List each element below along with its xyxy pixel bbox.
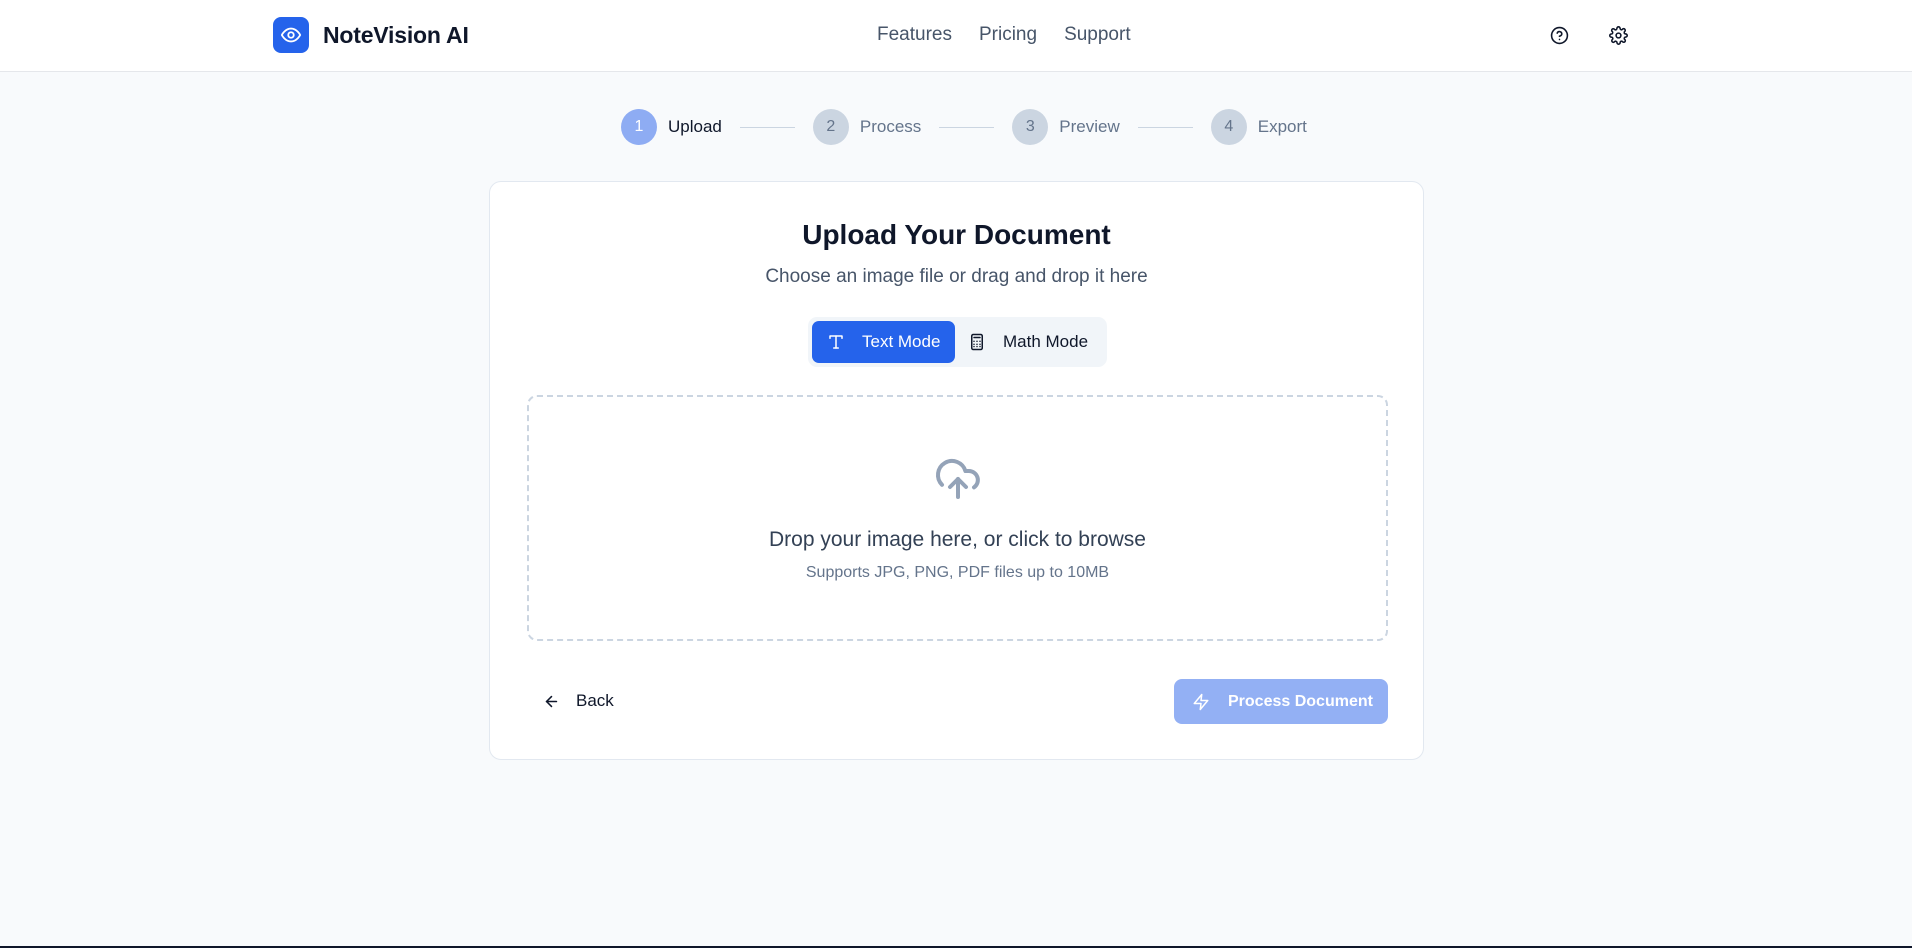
step-connector [1137, 126, 1193, 128]
page-subtitle: Choose an image file or drag and drop it… [765, 266, 1148, 287]
gear-icon[interactable] [1605, 22, 1631, 48]
dropzone-instruction: Drop your image here, or click to browse [769, 528, 1146, 551]
step-upload: 1 Upload [621, 109, 722, 145]
step-label: Process [859, 117, 922, 136]
mode-toggle: Text Mode Math Mode [808, 317, 1107, 367]
type-icon [826, 332, 846, 352]
calculator-icon [967, 332, 987, 352]
main-nav: Features Pricing Support [877, 24, 1131, 46]
text-mode-button[interactable]: Text Mode [812, 321, 955, 363]
nav-link-pricing[interactable]: Pricing [979, 24, 1037, 46]
zap-icon [1192, 693, 1210, 711]
step-number: 1 [621, 109, 657, 145]
eye-logo-icon [273, 17, 309, 53]
top-navigation-bar: NoteVision AI Features Pricing Support [0, 0, 1912, 72]
brand[interactable]: NoteVision AI [273, 17, 469, 53]
step-label: Export [1257, 117, 1307, 136]
nav-link-support[interactable]: Support [1064, 24, 1131, 46]
help-circle-icon[interactable] [1546, 22, 1572, 48]
process-label: Process Document [1228, 692, 1373, 710]
back-label: Back [576, 691, 614, 710]
step-number: 4 [1210, 109, 1247, 145]
brand-name: NoteVision AI [323, 21, 469, 48]
step-connector [739, 126, 795, 128]
step-number: 2 [812, 109, 849, 145]
text-mode-label: Text Mode [862, 332, 941, 351]
nav-link-features[interactable]: Features [877, 24, 952, 46]
back-button[interactable]: Back [527, 679, 630, 723]
dropzone-file-types: Supports JPG, PNG, PDF files up to 10MB [805, 564, 1110, 581]
progress-stepper: 1 Upload 2 Process 3 Preview 4 Export [621, 109, 1307, 145]
file-dropzone[interactable]: Drop your image here, or click to browse… [527, 395, 1388, 641]
process-document-button[interactable]: Process Document [1174, 679, 1388, 724]
math-mode-label: Math Mode [1003, 332, 1089, 351]
arrow-left-icon [543, 693, 560, 710]
upload-card: Upload Your Document Choose an image fil… [489, 181, 1424, 760]
step-process: 2 Process [812, 109, 922, 145]
page-title: Upload Your Document [802, 219, 1111, 250]
step-label: Preview [1059, 117, 1120, 136]
step-number: 3 [1012, 109, 1049, 145]
step-label: Upload [668, 117, 722, 136]
step-export: 4 Export [1210, 109, 1307, 145]
step-preview: 3 Preview [1012, 109, 1120, 145]
step-connector [939, 126, 995, 128]
math-mode-button[interactable]: Math Mode [955, 321, 1088, 363]
cloud-upload-icon [932, 455, 984, 503]
